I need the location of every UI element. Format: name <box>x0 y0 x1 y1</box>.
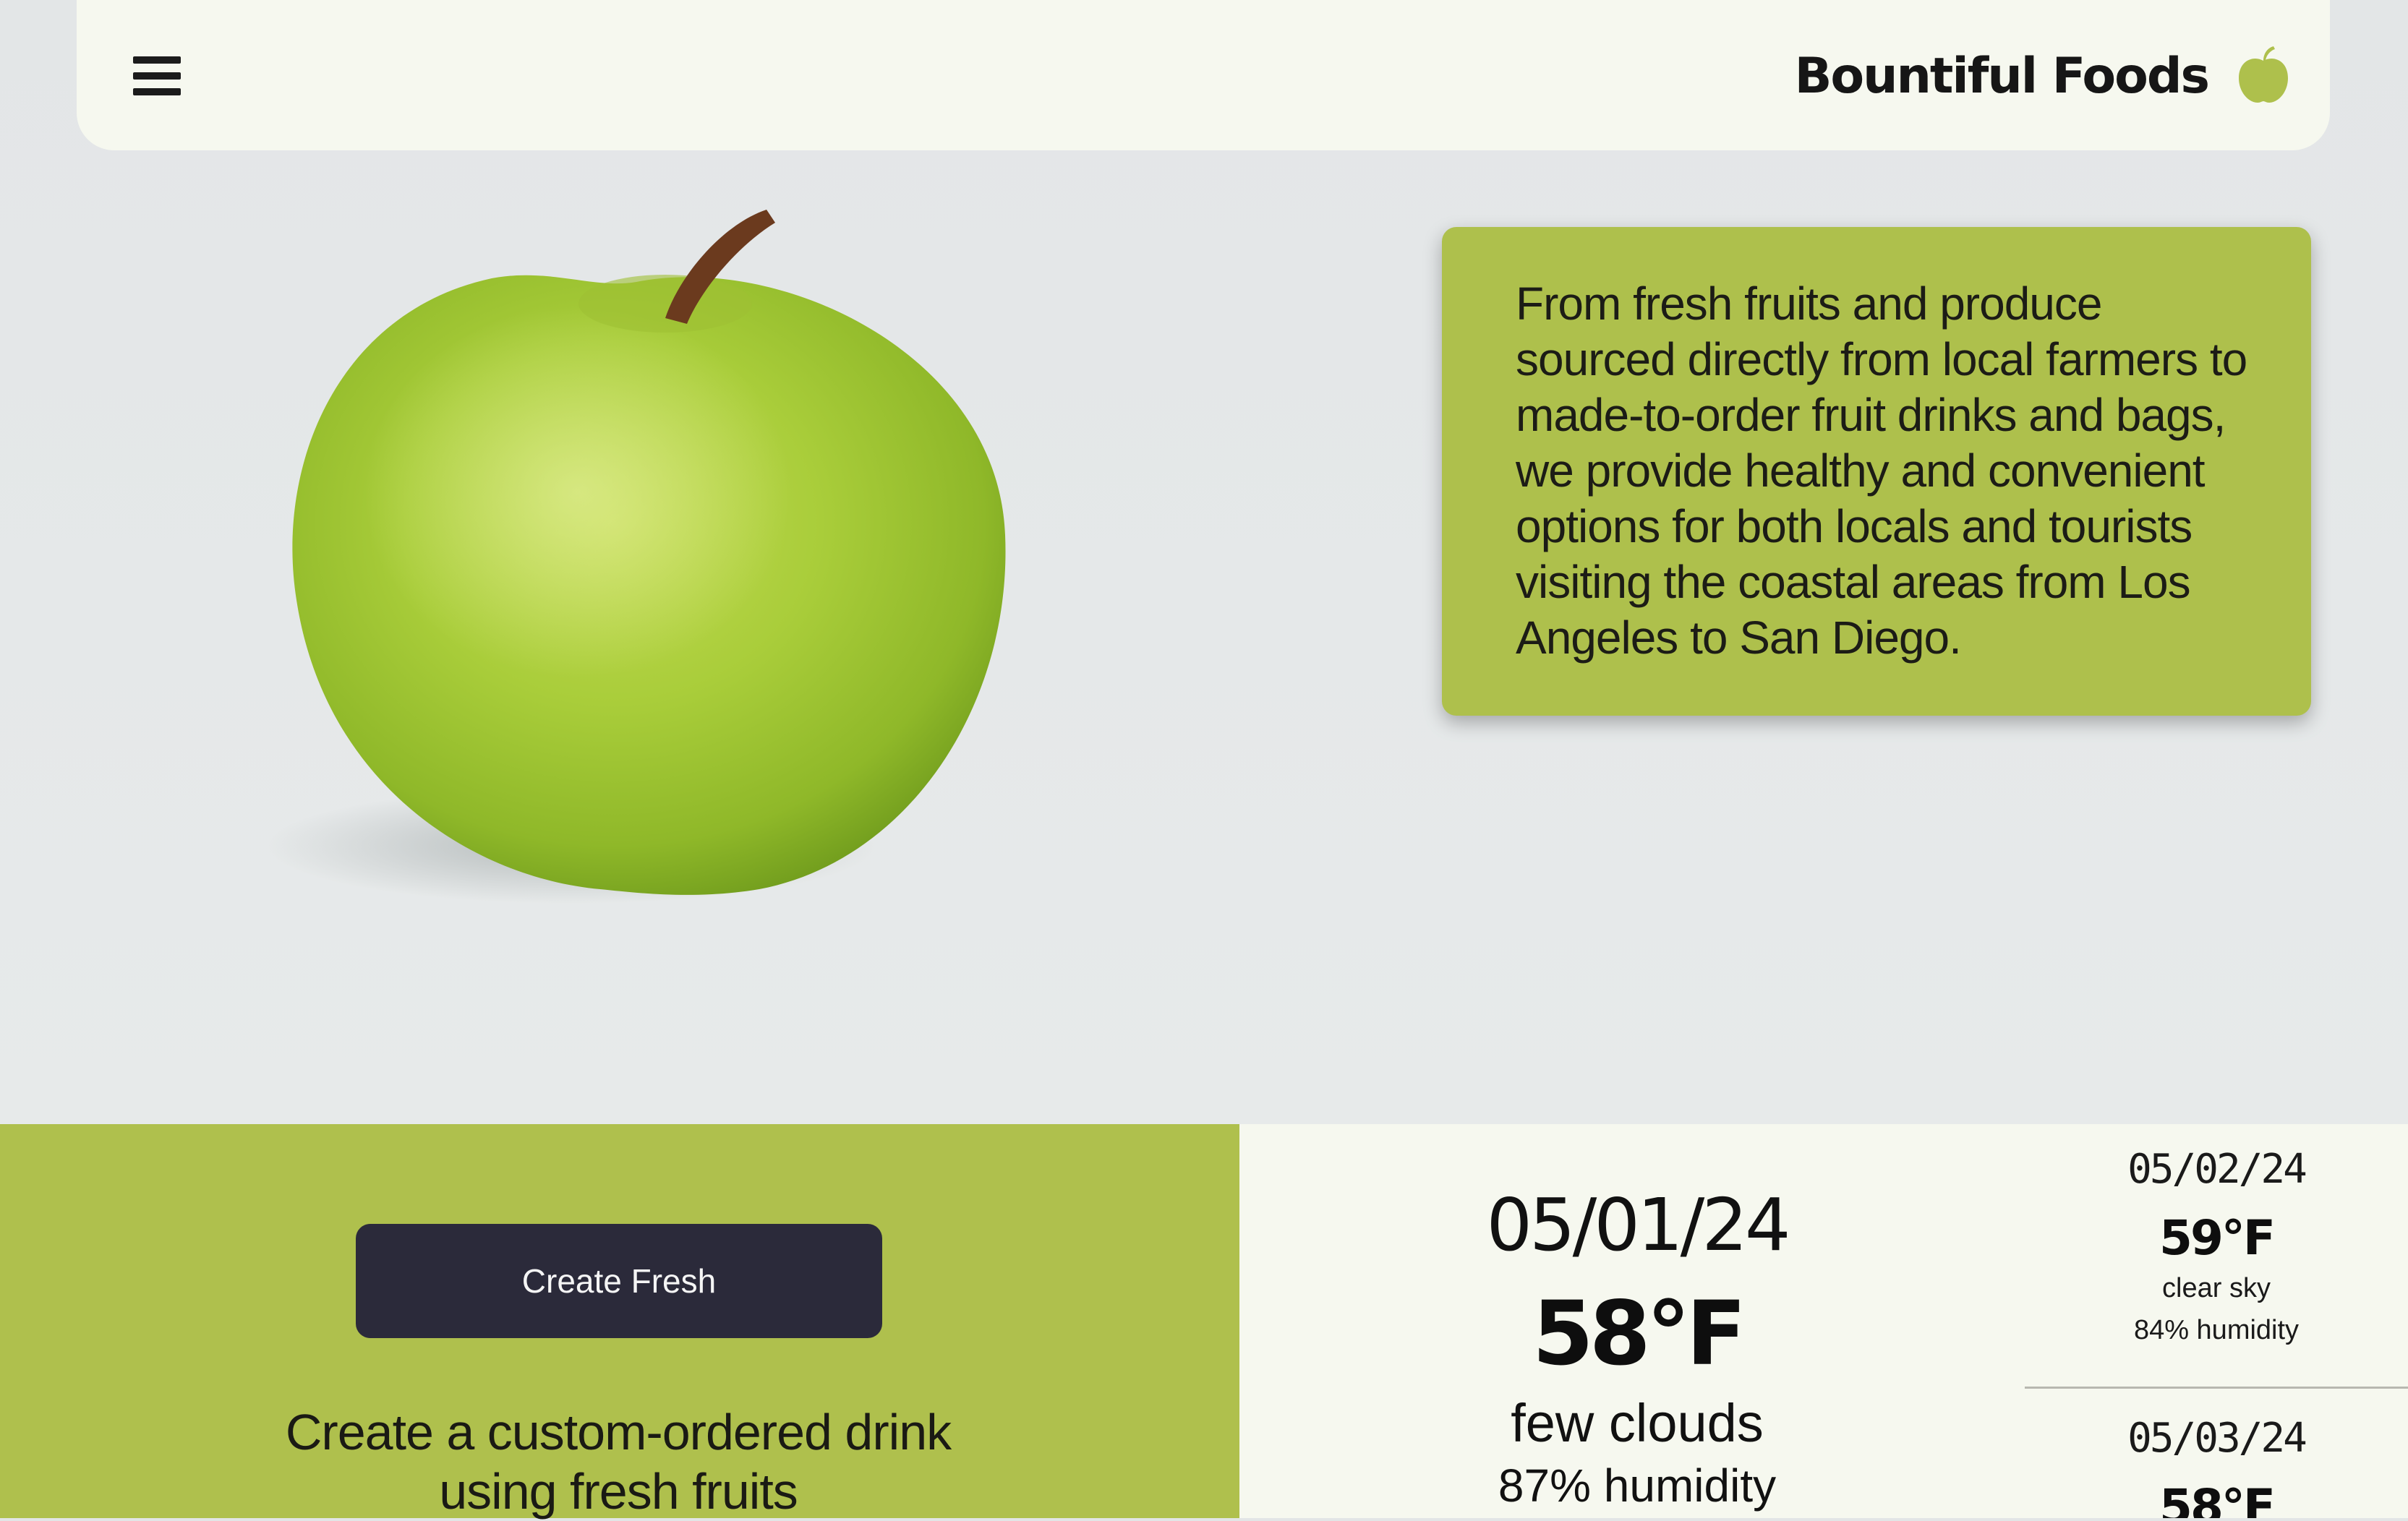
today-description: few clouds <box>1511 1393 1764 1453</box>
today-date: 05/01/24 <box>1486 1183 1790 1267</box>
create-fresh-button[interactable]: Create Fresh <box>356 1224 882 1338</box>
forecast-list: 05/02/24 59°F clear sky 84% humidity 05/… <box>2025 1124 2408 1518</box>
hamburger-menu-icon[interactable] <box>133 52 182 100</box>
forecast-date: 05/03/24 <box>2127 1415 2307 1462</box>
forecast-item: 05/03/24 58°F <box>2025 1389 2408 1518</box>
intro-text: From fresh fruits and produce sourced di… <box>1516 278 2247 664</box>
forecast-temperature: 59°F <box>2159 1210 2276 1266</box>
green-apple-photo <box>268 210 1006 904</box>
apple-logo-icon <box>2239 46 2288 103</box>
forecast-humidity: 84% humidity <box>2133 1315 2300 1345</box>
forecast-item: 05/02/24 59°F clear sky 84% humidity <box>2025 1124 2408 1389</box>
forecast-description: clear sky <box>2162 1273 2271 1303</box>
forecast-date: 05/02/24 <box>2127 1146 2307 1193</box>
intro-card: From fresh fruits and produce sourced di… <box>1442 227 2311 716</box>
weather-panel: 05/01/24 58°F few clouds 87% humidity 05… <box>1239 1124 2408 1518</box>
brand-name[interactable]: Bountiful Foods <box>1795 42 2210 111</box>
today-humidity: 87% humidity <box>1498 1460 1777 1512</box>
weather-today: 05/01/24 58°F few clouds 87% humidity <box>1442 1182 1832 1514</box>
today-temperature: 58°F <box>1532 1282 1746 1385</box>
forecast-temperature: 58°F <box>2159 1479 2276 1518</box>
create-fresh-description: Create a custom-ordered drink using fres… <box>285 1404 952 1520</box>
create-fresh-panel: Create Fresh Create a custom-ordered dri… <box>0 1124 1239 1520</box>
site-header: Bountiful Foods <box>77 0 2330 150</box>
